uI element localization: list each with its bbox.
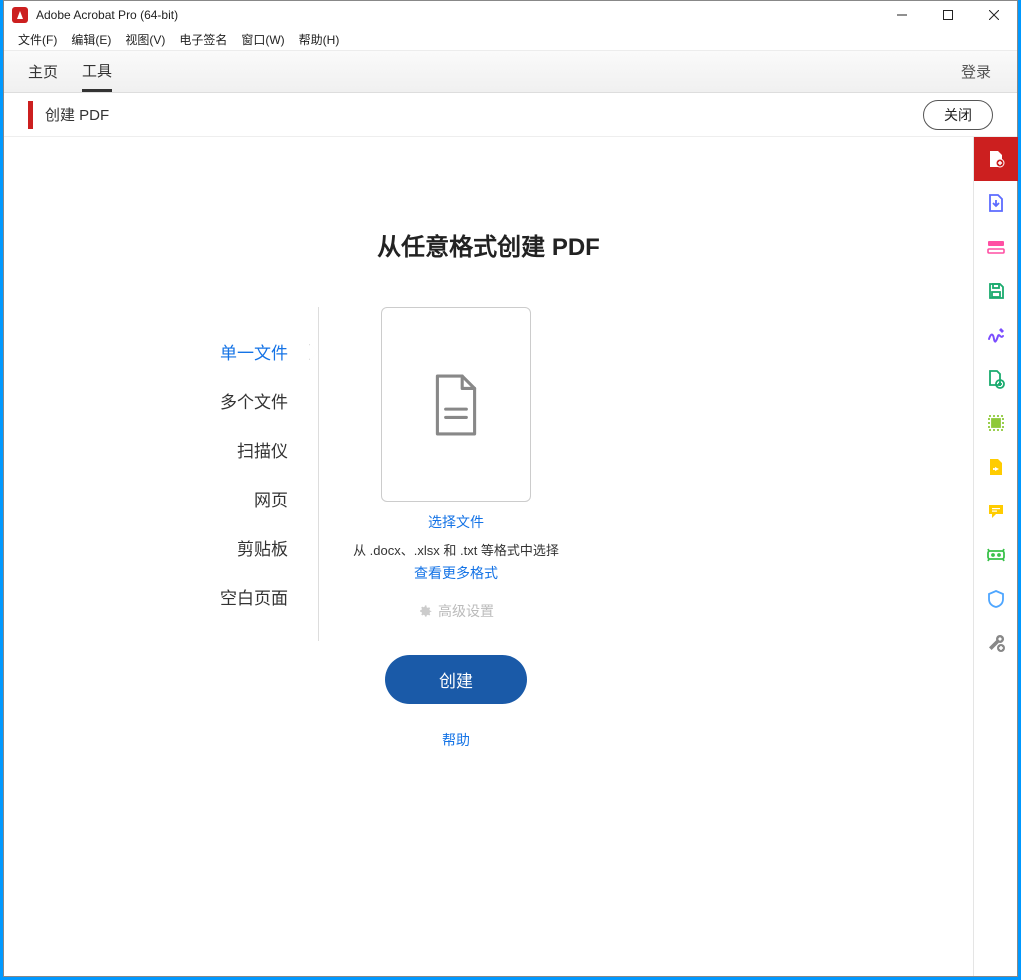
option-webpage[interactable]: 网页 xyxy=(4,474,318,523)
page-headline: 从任意格式创建 PDF xyxy=(4,227,973,262)
document-icon xyxy=(431,374,481,436)
tool-name: 创建 PDF xyxy=(45,104,109,125)
option-multiple-files[interactable]: 多个文件 xyxy=(4,376,318,425)
menu-esign[interactable]: 电子签名 xyxy=(179,31,227,48)
titlebar: Adobe Acrobat Pro (64-bit) xyxy=(4,1,1017,29)
tools-side-panel xyxy=(973,137,1017,976)
menu-help[interactable]: 帮助(H) xyxy=(299,31,340,48)
side-organize[interactable] xyxy=(974,401,1018,445)
select-file-link[interactable]: 选择文件 xyxy=(353,512,559,532)
create-button[interactable]: 创建 xyxy=(385,655,527,704)
menubar: 文件(F) 编辑(E) 视图(V) 电子签名 窗口(W) 帮助(H) xyxy=(4,29,1017,51)
maximize-button[interactable] xyxy=(925,1,971,29)
side-save[interactable] xyxy=(974,269,1018,313)
option-label: 单一文件 xyxy=(220,344,288,363)
advanced-settings[interactable]: 高级设置 xyxy=(353,601,559,621)
chevron-right-icon xyxy=(309,344,319,360)
window-controls xyxy=(879,1,1017,29)
side-create-pdf[interactable] xyxy=(974,137,1018,181)
window-title: Adobe Acrobat Pro (64-bit) xyxy=(36,8,178,22)
app-window: Adobe Acrobat Pro (64-bit) 文件(F) 编辑(E) 视… xyxy=(3,0,1018,977)
side-comment[interactable] xyxy=(974,489,1018,533)
main-panel: 从任意格式创建 PDF 单一文件 多个文件 扫描仪 网页 剪贴板 空白页面 xyxy=(4,137,973,976)
file-dropzone[interactable] xyxy=(381,307,531,502)
side-redact[interactable] xyxy=(974,533,1018,577)
tab-home[interactable]: 主页 xyxy=(28,53,58,90)
option-clipboard[interactable]: 剪贴板 xyxy=(4,523,318,572)
tool-header: 创建 PDF 关闭 xyxy=(4,93,1017,137)
side-more-tools[interactable] xyxy=(974,621,1018,665)
option-scanner[interactable]: 扫描仪 xyxy=(4,425,318,474)
more-formats-link[interactable]: 查看更多格式 xyxy=(353,563,559,583)
menu-edit[interactable]: 编辑(E) xyxy=(71,31,111,48)
formats-hint: 从 .docx、.xlsx 和 .txt 等格式中选择 xyxy=(353,540,559,559)
side-protect[interactable] xyxy=(974,577,1018,621)
tab-tools[interactable]: 工具 xyxy=(82,52,112,92)
advanced-label: 高级设置 xyxy=(438,601,494,621)
gear-icon xyxy=(418,604,432,618)
option-single-file[interactable]: 单一文件 xyxy=(4,327,318,376)
signin-link[interactable]: 登录 xyxy=(961,61,991,82)
center-area: 选择文件 从 .docx、.xlsx 和 .txt 等格式中选择 查看更多格式 … xyxy=(319,307,973,750)
close-tool-button[interactable]: 关闭 xyxy=(923,100,993,130)
side-export-pdf[interactable] xyxy=(974,181,1018,225)
source-options: 单一文件 多个文件 扫描仪 网页 剪贴板 空白页面 xyxy=(4,307,319,641)
accent-bar xyxy=(28,101,33,129)
body: 从任意格式创建 PDF 单一文件 多个文件 扫描仪 网页 剪贴板 空白页面 xyxy=(4,137,1017,976)
minimize-button[interactable] xyxy=(879,1,925,29)
option-blank-page[interactable]: 空白页面 xyxy=(4,572,318,621)
help-link[interactable]: 帮助 xyxy=(353,730,559,750)
side-share[interactable] xyxy=(974,445,1018,489)
tabbar: 主页 工具 登录 xyxy=(4,51,1017,93)
close-window-button[interactable] xyxy=(971,1,1017,29)
menu-window[interactable]: 窗口(W) xyxy=(241,31,284,48)
side-edit-pdf[interactable] xyxy=(974,225,1018,269)
side-combine[interactable] xyxy=(974,357,1018,401)
acrobat-app-icon xyxy=(12,7,28,23)
menu-file[interactable]: 文件(F) xyxy=(18,31,57,48)
menu-view[interactable]: 视图(V) xyxy=(125,31,165,48)
side-sign[interactable] xyxy=(974,313,1018,357)
